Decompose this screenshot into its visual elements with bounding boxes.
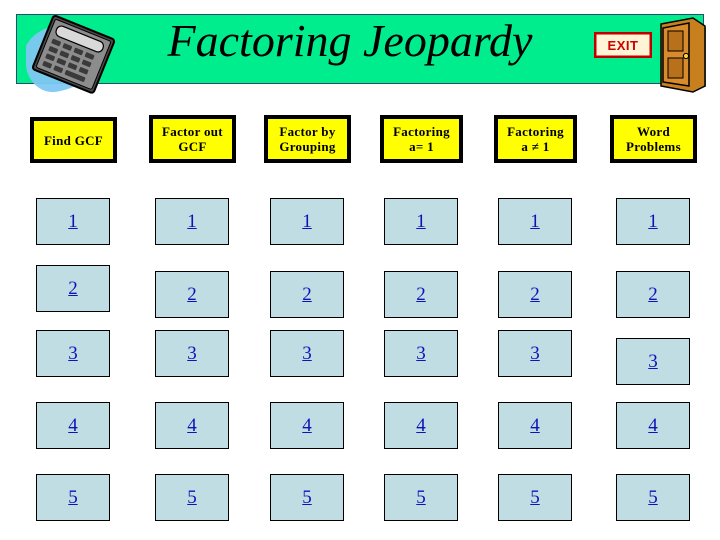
svg-text:EXIT: EXIT bbox=[608, 38, 639, 53]
value-link[interactable]: 2 bbox=[187, 285, 197, 304]
value-link[interactable]: 1 bbox=[530, 212, 540, 231]
value-cell-c0-r1[interactable]: 2 bbox=[36, 265, 110, 312]
category-label: Factoring a= 1 bbox=[393, 124, 450, 154]
value-link[interactable]: 5 bbox=[302, 488, 312, 507]
value-link[interactable]: 4 bbox=[68, 416, 78, 435]
category-header-1[interactable]: Factor out GCF bbox=[149, 115, 236, 163]
category-label: Factor out GCF bbox=[162, 124, 223, 154]
value-cell-c1-r2[interactable]: 3 bbox=[155, 330, 229, 377]
category-header-4[interactable]: Factoring a ≠ 1 bbox=[494, 115, 577, 163]
category-label: Factoring a ≠ 1 bbox=[507, 124, 564, 154]
value-cell-c4-r1[interactable]: 2 bbox=[498, 271, 572, 318]
value-cell-c5-r0[interactable]: 1 bbox=[616, 198, 690, 245]
value-cell-c3-r4[interactable]: 5 bbox=[384, 474, 458, 521]
value-link[interactable]: 3 bbox=[530, 344, 540, 363]
value-link[interactable]: 3 bbox=[187, 344, 197, 363]
value-cell-c5-r1[interactable]: 2 bbox=[616, 271, 690, 318]
value-link[interactable]: 1 bbox=[302, 212, 312, 231]
value-cell-c2-r4[interactable]: 5 bbox=[270, 474, 344, 521]
value-cell-c5-r4[interactable]: 5 bbox=[616, 474, 690, 521]
value-link[interactable]: 3 bbox=[68, 344, 78, 363]
value-cell-c4-r2[interactable]: 3 bbox=[498, 330, 572, 377]
value-link[interactable]: 4 bbox=[648, 416, 658, 435]
value-link[interactable]: 2 bbox=[648, 285, 658, 304]
value-cell-c3-r0[interactable]: 1 bbox=[384, 198, 458, 245]
value-cell-c4-r3[interactable]: 4 bbox=[498, 402, 572, 449]
value-link[interactable]: 1 bbox=[187, 212, 197, 231]
value-link[interactable]: 5 bbox=[187, 488, 197, 507]
value-link[interactable]: 5 bbox=[416, 488, 426, 507]
category-label: Factor by Grouping bbox=[279, 124, 336, 154]
exit-sign[interactable]: EXIT bbox=[593, 31, 653, 59]
value-link[interactable]: 4 bbox=[187, 416, 197, 435]
value-link[interactable]: 4 bbox=[416, 416, 426, 435]
value-cell-c0-r2[interactable]: 3 bbox=[36, 330, 110, 377]
category-label: Find GCF bbox=[43, 132, 104, 148]
value-cell-c5-r3[interactable]: 4 bbox=[616, 402, 690, 449]
category-header-3[interactable]: Factoring a= 1 bbox=[380, 115, 463, 163]
value-link[interactable]: 3 bbox=[416, 344, 426, 363]
value-cell-c4-r0[interactable]: 1 bbox=[498, 198, 572, 245]
value-cell-c1-r1[interactable]: 2 bbox=[155, 271, 229, 318]
value-cell-c4-r4[interactable]: 5 bbox=[498, 474, 572, 521]
category-header-5[interactable]: Word Problems bbox=[610, 115, 697, 163]
value-link[interactable]: 4 bbox=[530, 416, 540, 435]
value-cell-c2-r0[interactable]: 1 bbox=[270, 198, 344, 245]
value-link[interactable]: 5 bbox=[68, 488, 78, 507]
value-link[interactable]: 2 bbox=[302, 285, 312, 304]
value-link[interactable]: 1 bbox=[416, 212, 426, 231]
calculator-icon bbox=[20, 12, 130, 98]
value-cell-c3-r2[interactable]: 3 bbox=[384, 330, 458, 377]
value-cell-c2-r2[interactable]: 3 bbox=[270, 330, 344, 377]
category-label: Word Problems bbox=[626, 124, 681, 154]
value-link[interactable]: 1 bbox=[648, 212, 658, 231]
value-link[interactable]: 2 bbox=[68, 279, 78, 298]
value-cell-c1-r3[interactable]: 4 bbox=[155, 402, 229, 449]
value-cell-c2-r1[interactable]: 2 bbox=[270, 271, 344, 318]
value-link[interactable]: 4 bbox=[302, 416, 312, 435]
value-link[interactable]: 3 bbox=[648, 352, 658, 371]
value-cell-c1-r4[interactable]: 5 bbox=[155, 474, 229, 521]
value-cell-c0-r4[interactable]: 5 bbox=[36, 474, 110, 521]
value-link[interactable]: 2 bbox=[416, 285, 426, 304]
category-header-2[interactable]: Factor by Grouping bbox=[264, 115, 351, 163]
value-link[interactable]: 5 bbox=[530, 488, 540, 507]
value-cell-c5-r2[interactable]: 3 bbox=[616, 338, 690, 385]
value-cell-c0-r0[interactable]: 1 bbox=[36, 198, 110, 245]
value-link[interactable]: 3 bbox=[302, 344, 312, 363]
value-link[interactable]: 1 bbox=[68, 212, 78, 231]
category-header-0[interactable]: Find GCF bbox=[30, 117, 117, 163]
value-cell-c3-r3[interactable]: 4 bbox=[384, 402, 458, 449]
value-link[interactable]: 5 bbox=[648, 488, 658, 507]
page-title: Factoring Jeopardy bbox=[167, 15, 533, 66]
value-cell-c1-r0[interactable]: 1 bbox=[155, 198, 229, 245]
value-cell-c0-r3[interactable]: 4 bbox=[36, 402, 110, 449]
value-cell-c2-r3[interactable]: 4 bbox=[270, 402, 344, 449]
value-cell-c3-r1[interactable]: 2 bbox=[384, 271, 458, 318]
open-door-icon[interactable] bbox=[655, 16, 709, 94]
value-link[interactable]: 2 bbox=[530, 285, 540, 304]
